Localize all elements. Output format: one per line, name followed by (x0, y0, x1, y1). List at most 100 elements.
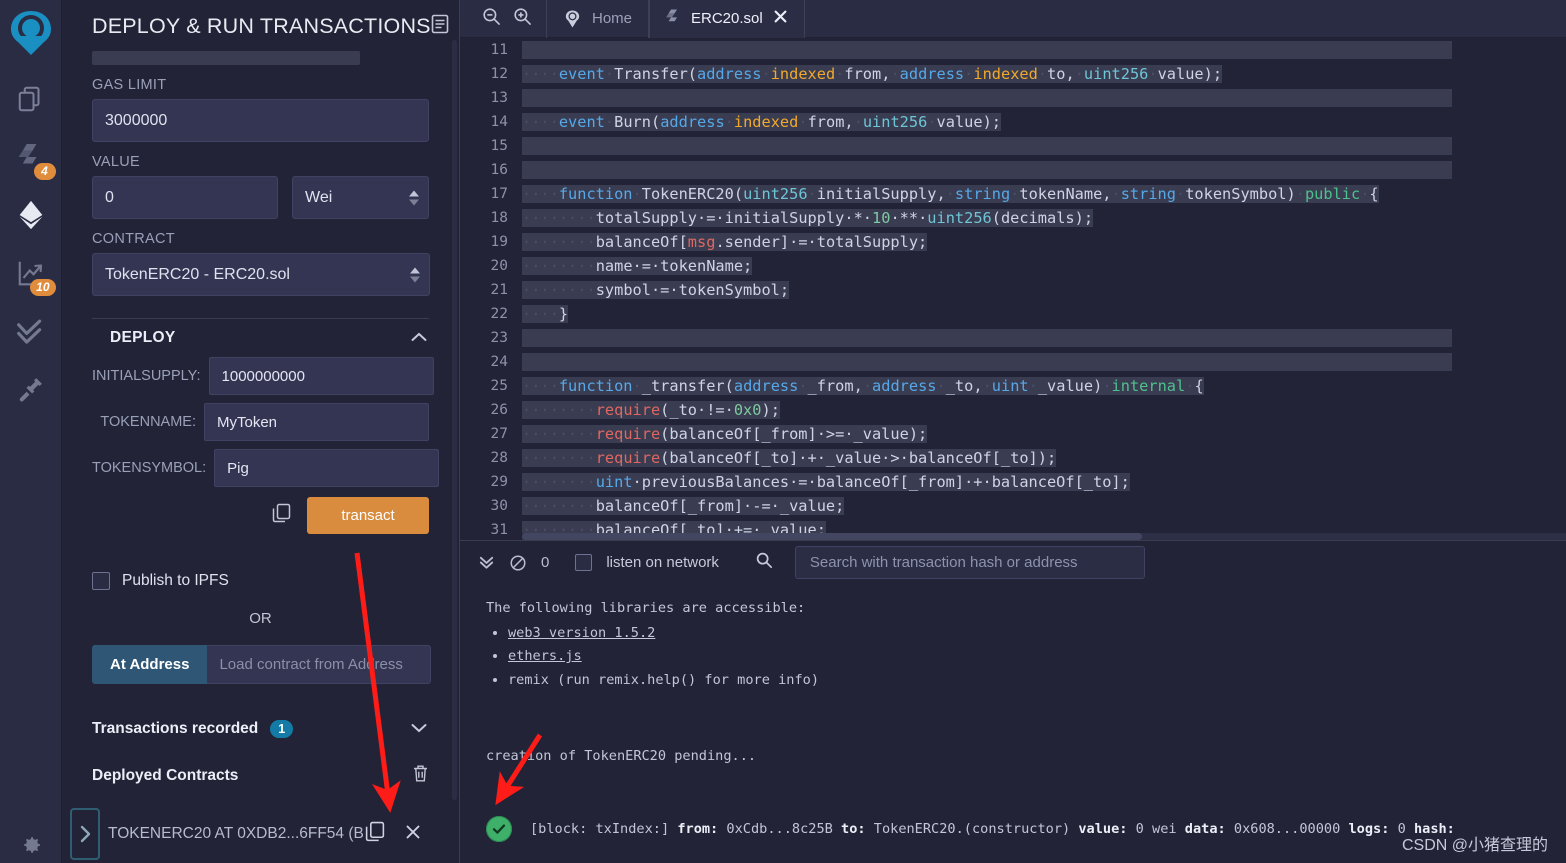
at-address-input[interactable] (207, 645, 432, 684)
sidebar-item-checks[interactable] (0, 302, 62, 360)
deploy-run-panel: DEPLOY & RUN TRANSACTIONS GAS LIMIT VALU… (62, 0, 460, 863)
deploy-arg-label: TOKENSYMBOL: (92, 460, 207, 476)
page-title: DEPLOY & RUN TRANSACTIONS (92, 14, 431, 38)
publish-ipfs-row[interactable]: Publish to IPFS (92, 572, 429, 590)
code-text (522, 353, 1453, 371)
terminal-search-input[interactable] (794, 546, 1145, 579)
stepper-arrows-icon[interactable] (409, 190, 419, 205)
sidebar-item-debugger[interactable]: 10 (0, 244, 62, 302)
code-text: ········balanceOf[msg.sender]·=·totalSup… (522, 233, 928, 251)
remix-home-icon (563, 9, 582, 29)
zoom-in-icon[interactable] (513, 7, 532, 31)
settings-gear-icon[interactable] (0, 833, 62, 857)
transactions-recorded-badge: 1 (270, 720, 294, 738)
line-number: 28 (490, 450, 508, 466)
tab-home-label: Home (592, 10, 633, 27)
terminal-library-link[interactable]: web3 version 1.5.2 (508, 625, 655, 641)
contract-stepper-arrows-icon[interactable] (410, 267, 420, 282)
editor-line: 14 ····event·Burn(address·indexed·from,·u… (460, 110, 1566, 134)
success-check-icon (486, 815, 512, 842)
terminal-pending-line: creation of TokenERC20 pending... (486, 747, 757, 764)
editor-line: 18 ········totalSupply·=·initialSupply·*·… (460, 206, 1566, 230)
publish-ipfs-checkbox[interactable] (92, 572, 110, 590)
sidebar-item-file-explorer[interactable] (0, 70, 62, 128)
tx-segment: data: (1176, 820, 1226, 837)
compiler-badge: 4 (33, 163, 56, 180)
watermark-label: CSDN @小猪查理的 (1401, 837, 1548, 854)
code-text: ········require(_to·!=·0x0); (522, 401, 780, 419)
terminal-output[interactable]: The following libraries are accessible: … (460, 584, 1566, 863)
gas-limit-input[interactable] (92, 99, 429, 142)
deployed-contracts-label: Deployed Contracts (92, 767, 239, 784)
terminal-library-item[interactable]: ethers.js (508, 645, 1566, 668)
contract-select[interactable]: TokenERC20 - ERC20.sol (92, 253, 430, 296)
remove-instance-icon[interactable] (405, 824, 421, 844)
clear-console-icon[interactable] (509, 554, 527, 572)
editor-line: 17 ····function·TokenERC20(uint256·initia… (460, 182, 1566, 206)
line-number: 13 (490, 90, 508, 106)
code-text: ····function·_transfer(address·_from,·ad… (522, 377, 1204, 395)
close-icon[interactable] (773, 9, 788, 29)
terminal-library-list: web3 version 1.5.2 ethers.js remix (run re… (508, 622, 1566, 692)
editor-line: 22 ····} (460, 302, 1566, 326)
line-number: 29 (490, 474, 508, 490)
sidebar-scrollbar[interactable] (452, 40, 457, 800)
editor-horizontal-scrollbar[interactable] (522, 533, 1566, 540)
contract-selected-label: TokenERC20 - ERC20.sol (105, 265, 290, 283)
expand-contract-caret-icon[interactable] (70, 808, 100, 860)
sidebar-item-deploy-run[interactable] (0, 186, 62, 244)
editor-line: 23 (460, 326, 1566, 350)
trash-icon[interactable] (412, 764, 429, 788)
terminal-intro-line: The following libraries are accessible: (486, 600, 806, 616)
copy-address-icon[interactable] (365, 821, 385, 848)
zoom-out-icon[interactable] (482, 7, 501, 31)
tab-home[interactable]: Home (546, 0, 650, 38)
search-icon[interactable] (755, 551, 773, 574)
editor-line: 12 ····event·Transfer(address·indexed·fro… (460, 62, 1566, 86)
panel-header: DEPLOY & RUN TRANSACTIONS (62, 0, 459, 47)
sidebar-item-plugin-manager[interactable] (0, 360, 62, 418)
environment-field-partial[interactable] (92, 51, 360, 65)
deploy-arg-row: TOKENNAME: (92, 403, 429, 441)
deploy-arg-input-tokenname[interactable] (204, 403, 429, 441)
sidebar-item-solidity-compiler[interactable]: 4 (0, 128, 62, 186)
tab-erc20-sol[interactable]: ERC20.sol (649, 0, 805, 38)
double-chevron-down-icon[interactable] (478, 554, 495, 571)
documentation-icon[interactable] (431, 14, 449, 39)
line-number: 30 (490, 498, 508, 514)
at-address-button[interactable]: At Address (92, 645, 208, 684)
deploy-arg-input-initialsupply[interactable] (208, 357, 434, 395)
line-number: 19 (490, 234, 508, 250)
remix-logo-icon[interactable] (3, 4, 59, 60)
deployed-contract-row[interactable]: TOKENERC20 AT 0XDB2...6FF54 (BL (70, 802, 429, 863)
chevron-up-icon[interactable] (411, 329, 427, 347)
code-editor[interactable]: 11 12 ····event·Transfer(address·indexed·… (460, 38, 1566, 540)
left-icon-bar: 4 10 (0, 0, 62, 863)
listen-on-network-checkbox[interactable] (575, 554, 593, 571)
contract-label: CONTRACT (92, 231, 175, 247)
chevron-down-icon[interactable] (411, 720, 427, 738)
code-text: ········name·=·tokenName; (522, 257, 753, 275)
terminal-library-link[interactable]: ethers.js (508, 648, 582, 664)
deploy-section-header[interactable]: DEPLOY (92, 318, 429, 357)
tx-segment: logs: (1340, 820, 1390, 837)
transactions-recorded-row[interactable]: Transactions recorded 1 (92, 712, 429, 746)
editor-line: 24 (460, 350, 1566, 374)
line-number: 20 (490, 258, 508, 274)
terminal-library-item[interactable]: web3 version 1.5.2 (508, 622, 1566, 645)
remix-ide-window: 4 10 DEPLOY & RUN TRANSACTIONS GAS LIMIT… (0, 0, 1566, 863)
line-number: 22 (490, 306, 508, 322)
code-text (522, 41, 1453, 59)
value-input[interactable] (92, 176, 278, 219)
line-number: 14 (490, 114, 508, 130)
deploy-arg-row: TOKENSYMBOL: (92, 449, 440, 487)
copy-calldata-icon[interactable] (272, 503, 291, 529)
deploy-arg-input-tokensymbol[interactable] (214, 449, 440, 487)
tab-erc20-label: ERC20.sol (691, 10, 763, 27)
code-text: ········symbol·=·tokenSymbol; (522, 281, 790, 299)
tx-segment: TokenERC20.(constructor) (865, 820, 1071, 837)
transact-button[interactable]: transact (307, 497, 429, 534)
deploy-arg-label: TOKENNAME: (100, 414, 196, 430)
editor-line: 11 (460, 38, 1566, 62)
line-number: 16 (490, 162, 508, 178)
